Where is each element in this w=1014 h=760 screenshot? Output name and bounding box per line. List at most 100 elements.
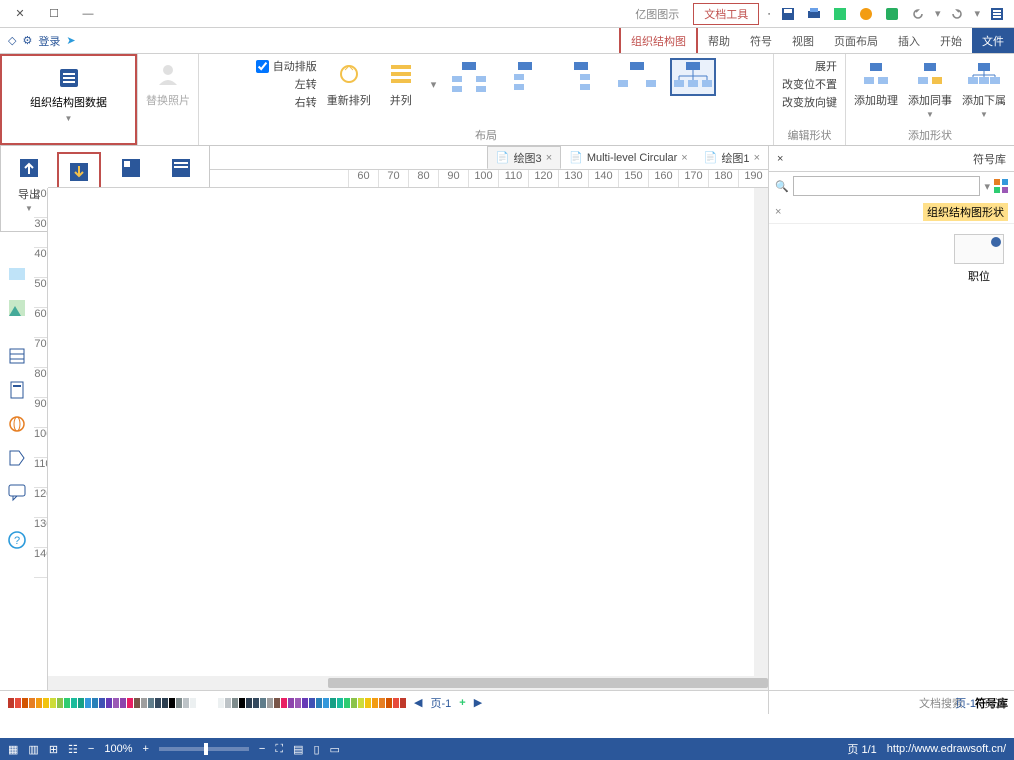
- title-bar: ✕ ☐ — 亿图图示 文档工具 · ▾ ▾: [0, 0, 1014, 28]
- qat-redo-icon[interactable]: [948, 5, 966, 23]
- search-icon[interactable]: 🔍: [775, 180, 789, 193]
- view-icon-1[interactable]: ▤: [293, 743, 303, 756]
- collapse-ribbon-icon[interactable]: ◇: [8, 34, 16, 47]
- tab-help[interactable]: 帮助: [698, 28, 740, 53]
- doc-icon: 📄: [704, 151, 718, 164]
- layers-icon[interactable]: [5, 344, 29, 368]
- view-icon-3[interactable]: ▭: [330, 743, 340, 756]
- edit-changedir[interactable]: 改变放向键: [782, 94, 837, 110]
- edit-expand[interactable]: 展开: [815, 58, 837, 74]
- qat-export-icon[interactable]: [831, 5, 849, 23]
- layout-rotate-l[interactable]: 右转: [295, 94, 317, 110]
- qat-cloud-icon[interactable]: [857, 5, 875, 23]
- globe-icon[interactable]: [5, 412, 29, 436]
- orgchart-data-button[interactable]: 组织结构图数据 ▼: [10, 60, 127, 129]
- zoom-in-button[interactable]: +: [142, 743, 148, 755]
- tab-view[interactable]: 视图: [782, 28, 824, 53]
- qat-undo-icon[interactable]: [909, 5, 927, 23]
- status-url[interactable]: http://www.edrawsoft.cn/: [887, 743, 1006, 755]
- add-page-icon[interactable]: +: [459, 697, 465, 709]
- qat-options-icon[interactable]: [988, 5, 1006, 23]
- layout-rotate-r[interactable]: 左转: [295, 76, 317, 92]
- qat-save-icon[interactable]: [779, 5, 797, 23]
- image-icon[interactable]: [5, 296, 29, 320]
- layout-style-3[interactable]: [558, 58, 604, 96]
- qat-print-icon[interactable]: [805, 5, 823, 23]
- view-mode-icon[interactable]: ☷: [68, 743, 78, 756]
- page-next-icon[interactable]: ▶: [474, 696, 482, 709]
- qat-redo-drop[interactable]: ▾: [974, 7, 980, 20]
- main-tabs: 文件 开始 插入 页面布局 视图 符号 帮助 组织结构图 ◇ ⚙ 登录 ➤: [0, 28, 1014, 54]
- close-icon[interactable]: ×: [754, 152, 760, 164]
- qat-undo-drop[interactable]: ▾: [935, 7, 941, 20]
- add-colleague-button[interactable]: 添加同事 ▼: [908, 58, 952, 119]
- tab-file[interactable]: 文件: [972, 28, 1014, 53]
- doc-tab-1[interactable]: 📄 绘图1 ×: [696, 146, 768, 169]
- tab-orgchart[interactable]: 组织结构图: [619, 28, 698, 53]
- ribbon: 添加下属 ▼ 添加同事 ▼ 添加助理 添加形状 展开 改变位不置 改变放向键 编…: [0, 54, 1014, 146]
- help-icon[interactable]: ?: [5, 528, 29, 552]
- win-min-button[interactable]: —: [74, 3, 102, 25]
- layout-style-4[interactable]: [502, 58, 548, 96]
- layout-list[interactable]: 并列: [381, 58, 421, 108]
- view-icon-2[interactable]: ▯: [313, 743, 319, 756]
- canvas[interactable]: [48, 188, 768, 690]
- qat-share-icon[interactable]: [883, 5, 901, 23]
- doc-tab-3[interactable]: 📄 绘图3 ×: [487, 146, 561, 169]
- edit-changepos[interactable]: 改变位不置: [782, 76, 837, 92]
- layout-more-icon[interactable]: ▾: [431, 78, 437, 91]
- search-input[interactable]: [793, 176, 981, 196]
- add-assistant-button[interactable]: 添加助理: [854, 58, 898, 108]
- auto-checkbox[interactable]: [256, 60, 269, 73]
- layout-style-2[interactable]: [614, 58, 660, 96]
- ruler-toggle-icon[interactable]: ⊞: [49, 743, 58, 756]
- chevron-down-icon: ▼: [980, 110, 988, 119]
- sub-close-icon[interactable]: ×: [775, 206, 781, 218]
- tab-insert[interactable]: 插入: [888, 28, 930, 53]
- zoom-slider[interactable]: [159, 747, 249, 751]
- comment-icon[interactable]: [5, 480, 29, 504]
- tag-icon[interactable]: [5, 446, 29, 470]
- page-label-2[interactable]: 页-1: [955, 695, 976, 711]
- paging-bar: ◀ 页-1 + ▶ 页-1 页选: [0, 690, 1014, 714]
- layout-style-5[interactable]: [446, 58, 492, 96]
- shape-thumbnail[interactable]: [954, 234, 1004, 264]
- clipboard-icon[interactable]: [5, 378, 29, 402]
- grid-toggle-icon[interactable]: ▦: [8, 743, 18, 756]
- win-max-button[interactable]: ☐: [40, 3, 68, 25]
- layout-style-1[interactable]: [670, 58, 716, 96]
- ribbon-group-photo: 替换照片: [137, 54, 198, 145]
- fit-page-icon[interactable]: ⛶: [275, 743, 283, 756]
- layout-rearrange[interactable]: 重新排列: [327, 58, 371, 108]
- panel-close-icon[interactable]: ×: [777, 153, 783, 165]
- scrollbar-vertical[interactable]: [754, 188, 768, 676]
- login-link[interactable]: 登录: [38, 33, 60, 49]
- win-close-button[interactable]: ✕: [6, 3, 34, 25]
- gear-icon[interactable]: ⚙: [22, 34, 32, 47]
- right-panel: × 符号库 🔍 ▾ × 组织结构图形状 职位: [768, 146, 1014, 714]
- tab-start[interactable]: 开始: [930, 28, 972, 53]
- send-icon[interactable]: ➤: [66, 34, 75, 47]
- zoom-minus[interactable]: −: [259, 743, 265, 755]
- add-subordinate-button[interactable]: 添加下属 ▼: [962, 58, 1006, 119]
- page-prev-icon[interactable]: ◀: [414, 696, 422, 709]
- zoom-out-button[interactable]: −: [88, 743, 94, 755]
- tab-symbol[interactable]: 符号: [740, 28, 782, 53]
- scrollbar-horizontal[interactable]: [48, 676, 768, 690]
- shape-rect-icon[interactable]: [5, 262, 29, 286]
- status-page: 页 1/1: [847, 741, 876, 757]
- close-icon[interactable]: ×: [546, 152, 552, 164]
- color-palette[interactable]: [8, 698, 203, 708]
- snap-toggle-icon[interactable]: ▥: [28, 743, 38, 756]
- page-label[interactable]: 页-1: [430, 695, 451, 711]
- panel-subtitle: 组织结构图形状: [923, 203, 1008, 221]
- layout-auto[interactable]: 自动排版: [256, 58, 317, 74]
- color-palette-2[interactable]: [211, 698, 406, 708]
- library-grid-icon[interactable]: [994, 179, 1008, 193]
- close-icon[interactable]: ×: [681, 152, 687, 164]
- doc-tab-2[interactable]: 📄 Multi-level Circular ×: [561, 146, 696, 169]
- zoom-value: 100%: [104, 743, 132, 755]
- tab-pagelayout[interactable]: 页面布局: [824, 28, 888, 53]
- replace-photo-button[interactable]: 替换照片: [146, 58, 190, 108]
- library-drop-icon[interactable]: ▾: [984, 180, 990, 193]
